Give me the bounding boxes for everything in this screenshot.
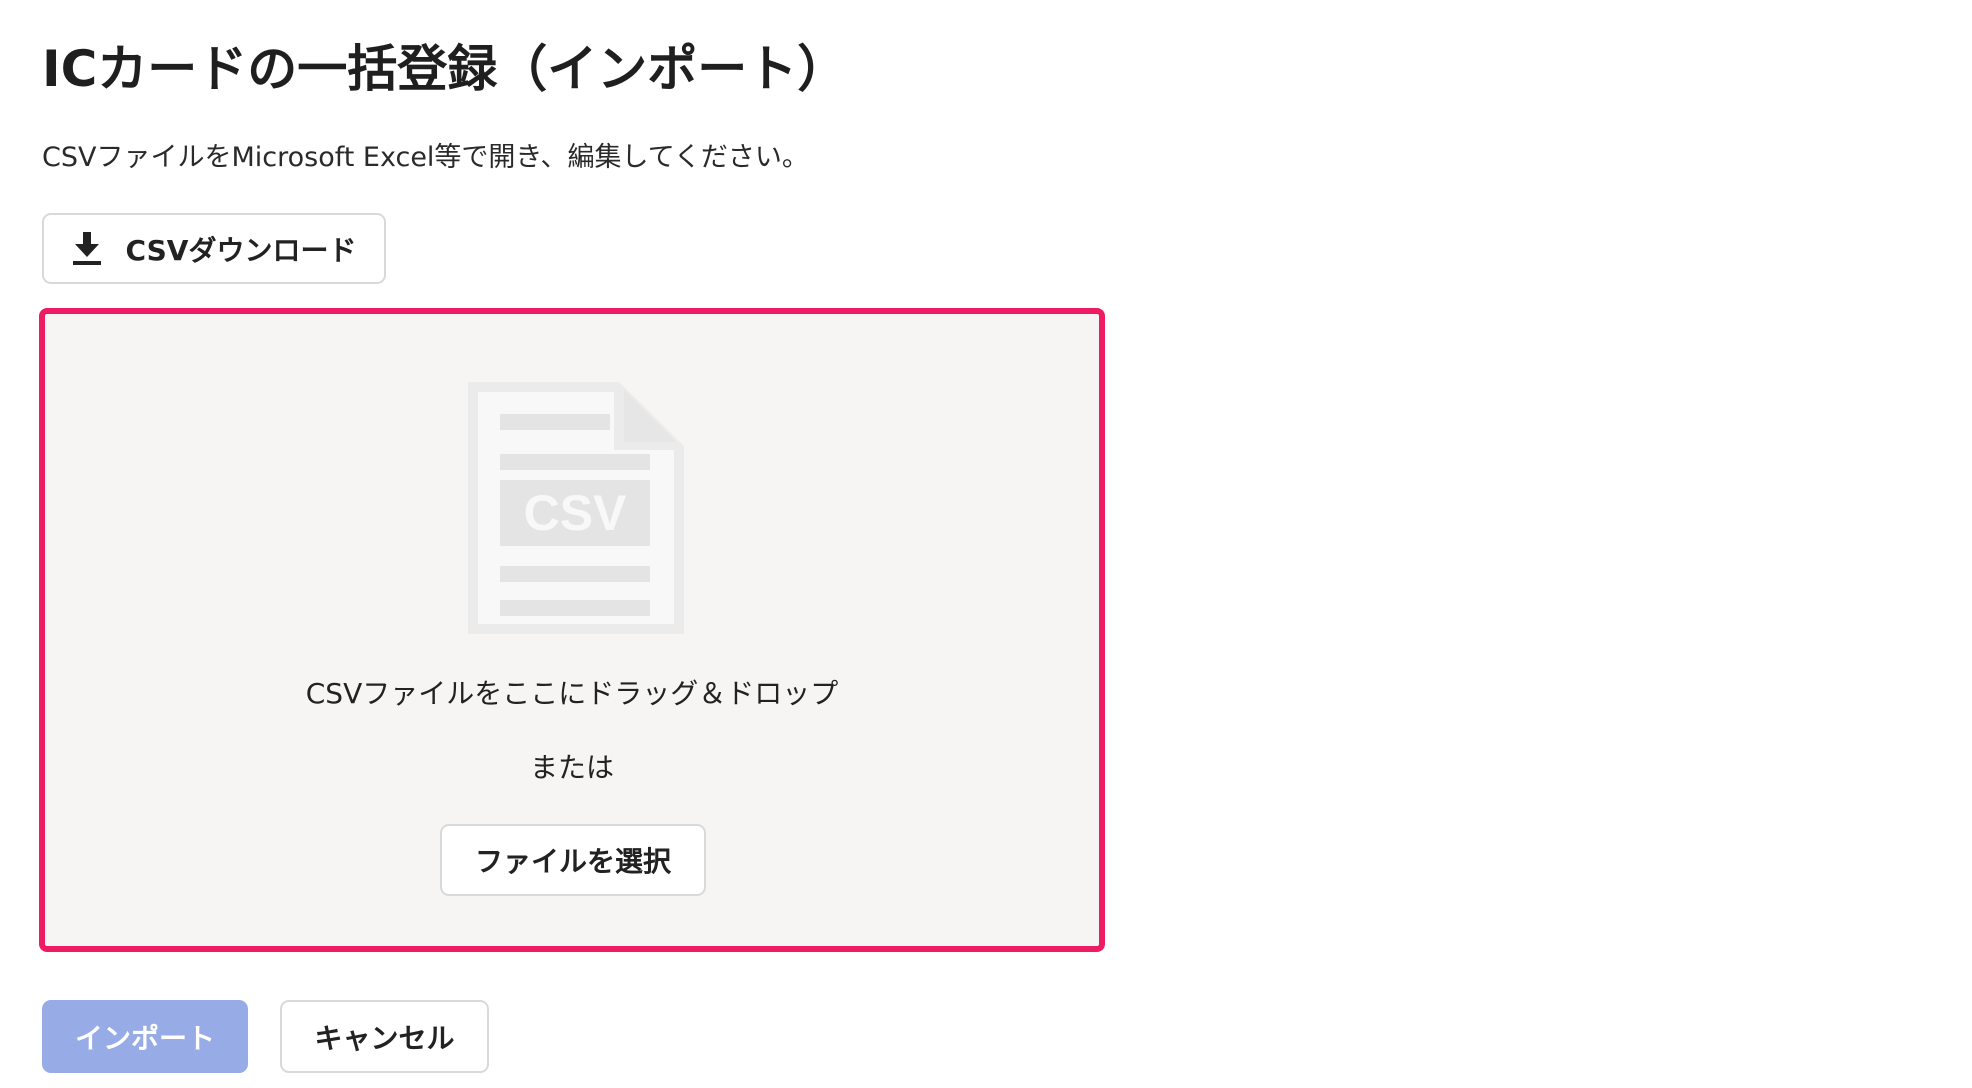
csv-dropzone[interactable]: CSV CSVファイルをここにドラッグ＆ドロップ または ファイルを選択 — [39, 308, 1105, 952]
page-title: ICカードの一括登録（インポート） — [42, 40, 848, 98]
csv-download-button[interactable]: CSVダウンロード — [42, 213, 386, 284]
csv-icon-text: CSV — [524, 485, 627, 541]
import-button[interactable]: インポート — [42, 1000, 248, 1073]
csv-download-label: CSVダウンロード — [125, 233, 357, 267]
cancel-button[interactable]: キャンセル — [280, 1000, 489, 1073]
csv-file-icon: CSV — [468, 382, 684, 634]
or-text: または — [529, 751, 614, 784]
import-page: ICカードの一括登録（インポート） CSVファイルをMicrosoft Exce… — [0, 0, 1972, 1088]
page-description: CSVファイルをMicrosoft Excel等で開き、編集してください。 — [42, 142, 809, 173]
download-icon — [72, 231, 101, 265]
drop-instruction: CSVファイルをここにドラッグ＆ドロップ — [305, 677, 839, 710]
select-file-button[interactable]: ファイルを選択 — [440, 824, 706, 896]
